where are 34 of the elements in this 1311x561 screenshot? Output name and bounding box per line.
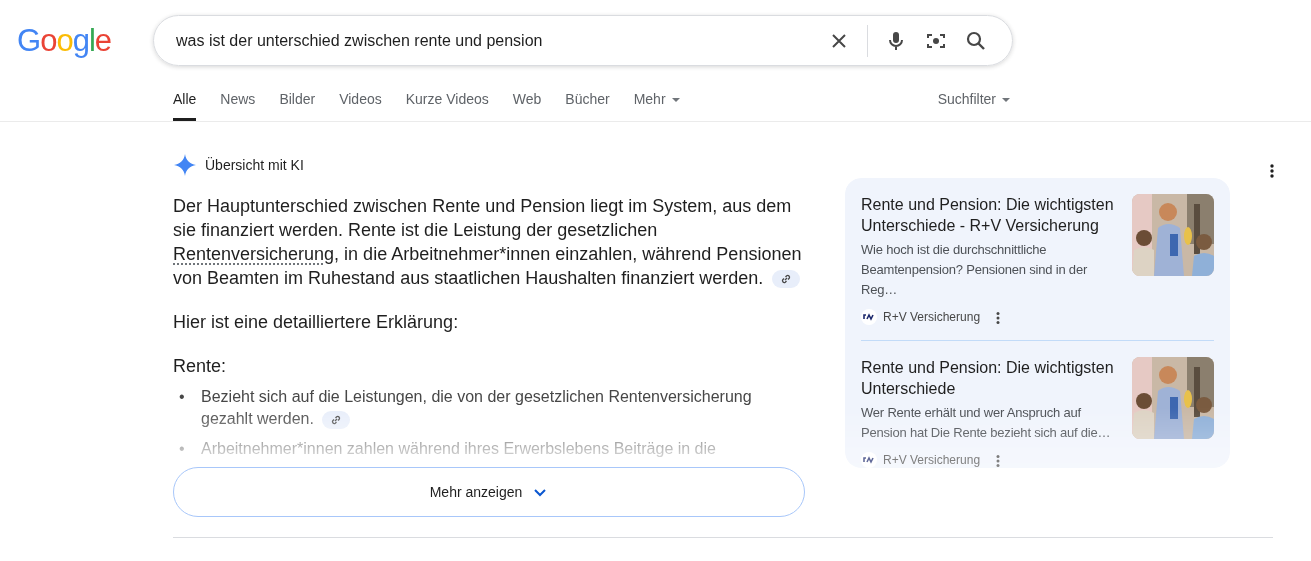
tab[interactable]: Mehr: [633, 81, 680, 121]
caret-icon: [1002, 97, 1010, 102]
show-more-button[interactable]: Mehr anzeigen: [173, 467, 805, 517]
link[interactable]: Rentenversicherung: [173, 244, 335, 264]
paragraph-text: Hier ist eine detailliertere Erklärung:: [173, 311, 460, 334]
paragraph-text: Der Hauptunterschied zwischen Rente und Pension liegt im System, aus dem sie finanziert werden. Rente ist die Leistung der gesetzlichen Rentenversicherung, in die Arbeitnehmer*innen einzahlen, während Pensionen von Beamten im Ruhestand aus staatlichen Haushalten finanziert werden.: [173, 196, 802, 288]
snippet-text: Wer Rente erhält und wer Anspruch auf Pension hat Die Rente bezieht sich auf die…: [861, 404, 1112, 442]
link-icon: [780, 273, 793, 286]
section-heading: Rente:: [173, 355, 228, 378]
tab[interactable]: Bücher: [565, 81, 610, 121]
bullet-mark: •: [179, 387, 186, 407]
tab[interactable]: Web: [512, 81, 542, 121]
list-item-text: Arbeitnehmer*innen zahlen während ihres Erwerbslebens Beiträge in die: [201, 439, 716, 459]
bullet-mark: •: [179, 439, 186, 459]
site-name: R+V Versicherung: [883, 452, 981, 469]
sparkle-icon: [173, 153, 197, 177]
tab[interactable]: Alle: [173, 81, 197, 121]
snippet-text: Wie hoch ist die durchschnittliche Beamtenpension? Pensionen sind in der Reg…: [861, 241, 1089, 299]
tab[interactable]: Kurze Videos: [405, 81, 489, 121]
result-link[interactable]: Rente und Pension: Die wichtigsten Unterschiede: [861, 357, 1124, 399]
logo[interactable]: Google: [17, 25, 153, 56]
tab[interactable]: Videos: [339, 81, 382, 121]
result-link[interactable]: Rente und Pension: Die wichtigsten Unterschiede - R+V Versicherung: [861, 194, 1124, 236]
link-button[interactable]: [322, 410, 351, 429]
site-name: R+V Versicherung: [883, 309, 981, 326]
filter-button[interactable]: Suchfilter: [937, 81, 1010, 121]
site-logo-icon: [861, 309, 877, 325]
link-icon: [330, 413, 343, 426]
search-input[interactable]: was ist der unterschied zwischen rente und pension: [174, 27, 819, 54]
link-button[interactable]: [772, 270, 801, 289]
tab[interactable]: News: [220, 81, 256, 121]
tab[interactable]: Bilder: [279, 81, 316, 121]
section-title: Übersicht mit KI: [205, 155, 304, 175]
site-logo-icon: [861, 452, 877, 468]
